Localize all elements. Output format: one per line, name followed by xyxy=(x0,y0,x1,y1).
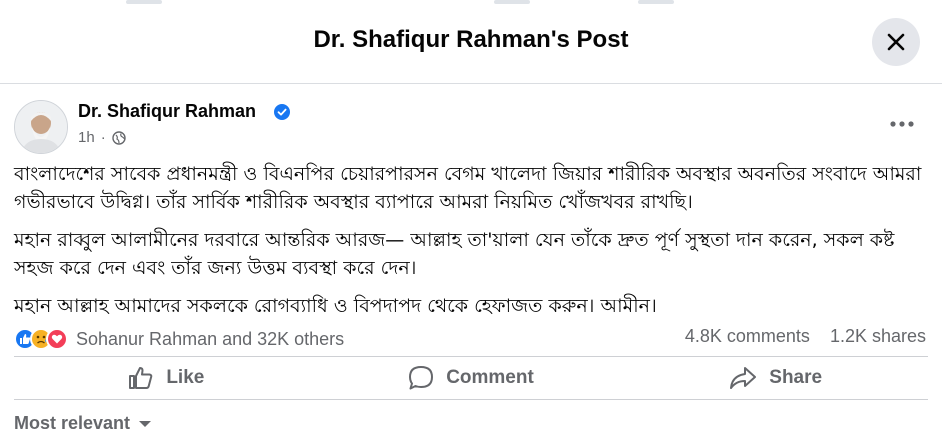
close-button[interactable] xyxy=(872,18,920,66)
post-paragraph: মহান রাব্বুল আলামীনের দরবারে আন্তরিক আরজ… xyxy=(14,229,895,279)
share-arrow-icon xyxy=(730,367,757,389)
engagement-counts: 4.8K comments 1.2K shares xyxy=(685,326,926,347)
meta-separator: · xyxy=(100,129,106,146)
share-label: Share xyxy=(769,367,823,388)
dialog-title: Dr. Shafiqur Rahman's Post xyxy=(313,26,629,53)
post-paragraph: বাংলাদেশের সাবেক প্রধানমন্ত্রী ও বিএনপির… xyxy=(14,163,922,213)
love-reaction-icon xyxy=(46,328,68,350)
comment-label: Comment xyxy=(446,367,534,388)
like-label: Like xyxy=(166,367,205,388)
post-actions-bar: Like Comment Share xyxy=(14,356,928,400)
reactions-text[interactable]: Sohanur Rahman and 32K others xyxy=(76,329,344,350)
post-time[interactable]: 1h xyxy=(78,129,95,146)
reactions-summary[interactable]: Sohanur Rahman and 32K others xyxy=(14,326,344,352)
comment-sort-dropdown[interactable]: Most relevant xyxy=(14,413,152,434)
author-avatar[interactable] xyxy=(14,100,68,154)
sort-label: Most relevant xyxy=(14,413,131,433)
close-icon xyxy=(887,33,905,51)
author-name[interactable]: Dr. Shafiqur Rahman xyxy=(78,101,256,122)
post-body: বাংলাদেশের সাবেক প্রধানমন্ত্রী ও বিএনপির… xyxy=(14,160,930,330)
dialog-header: Dr. Shafiqur Rahman's Post xyxy=(0,0,942,84)
post-options-button[interactable] xyxy=(886,112,918,136)
avatar-image xyxy=(15,101,67,153)
share-button[interactable]: Share xyxy=(623,357,928,399)
chevron-down-icon xyxy=(139,420,152,427)
post-meta: 1h · xyxy=(78,129,126,146)
verified-badge-icon xyxy=(274,104,290,120)
more-horizontal-icon xyxy=(890,121,914,127)
thumbs-up-icon xyxy=(129,367,153,389)
shares-count[interactable]: 1.2K shares xyxy=(830,326,926,347)
comment-button[interactable]: Comment xyxy=(319,357,624,399)
comment-bubble-icon xyxy=(409,366,434,390)
globe-icon xyxy=(111,130,126,145)
comments-count[interactable]: 4.8K comments xyxy=(685,326,810,347)
like-button[interactable]: Like xyxy=(14,357,319,399)
post-paragraph: মহান আল্লাহ আমাদের সকলকে রোগব্যাধি ও বিপ… xyxy=(14,295,657,317)
